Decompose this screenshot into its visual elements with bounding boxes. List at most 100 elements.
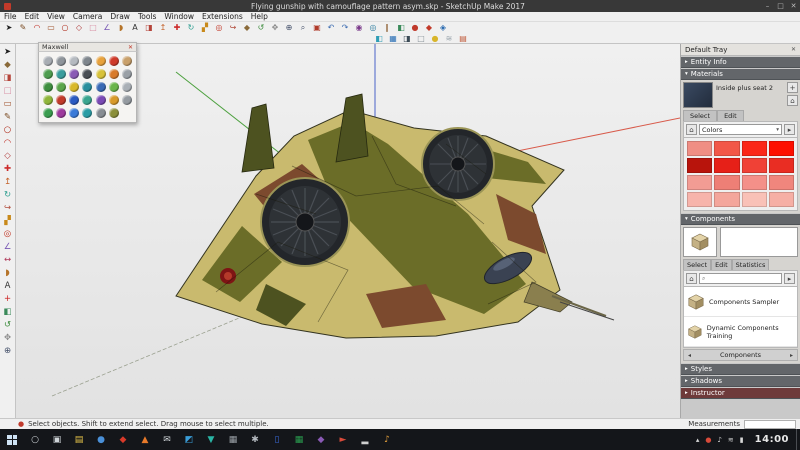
pan-tool-icon[interactable]: ✥: [1, 332, 14, 345]
get-models-icon[interactable]: ◆: [422, 22, 436, 33]
search-icon[interactable]: ○: [24, 429, 46, 450]
components-header[interactable]: ▾ Components: [681, 214, 800, 225]
move-tool-icon[interactable]: ✚: [1, 163, 14, 176]
menu-item[interactable]: View: [43, 12, 69, 21]
color-swatch[interactable]: [742, 192, 767, 207]
section-plane-icon[interactable]: ◧: [394, 22, 408, 33]
circle-tool-icon[interactable]: ○: [58, 22, 72, 33]
axes-tool-icon[interactable]: +: [1, 293, 14, 306]
walk-tool-icon[interactable]: ∥: [380, 22, 394, 33]
orbit-tool-icon[interactable]: ↺: [1, 319, 14, 332]
palette-close-icon[interactable]: ✕: [128, 44, 133, 51]
entity-info-header[interactable]: ▸ Entity Info: [681, 57, 800, 68]
textured-style-icon[interactable]: ▦: [386, 33, 400, 44]
blue-sphere-icon[interactable]: [96, 82, 106, 92]
fog-toggle-icon[interactable]: ≋: [442, 33, 456, 44]
color-swatch[interactable]: [714, 192, 739, 207]
taskbar-clock[interactable]: 14:00: [748, 434, 796, 445]
olive-sphere-icon[interactable]: [109, 108, 119, 118]
terminal-icon[interactable]: ▂: [354, 429, 376, 450]
store-icon[interactable]: ▼: [200, 429, 222, 450]
dark-sphere-icon[interactable]: [82, 69, 92, 79]
zoom-tool-icon[interactable]: ⊕: [1, 345, 14, 358]
tray-section-header[interactable]: ▸ Instructor: [681, 388, 800, 399]
arrow-icon[interactable]: [69, 82, 79, 92]
materials-header[interactable]: ▾ Materials: [681, 69, 800, 80]
photos-icon[interactable]: ◩: [178, 429, 200, 450]
back-arrow-icon[interactable]: ◂: [688, 352, 691, 359]
color-swatch[interactable]: [769, 158, 794, 173]
flame-icon[interactable]: [109, 56, 119, 66]
orbit-tool-icon[interactable]: ↺: [254, 22, 268, 33]
teal-sphere-icon[interactable]: [56, 69, 66, 79]
color-swatch[interactable]: [687, 192, 712, 207]
protractor-icon[interactable]: ◗: [114, 22, 128, 33]
show-desktop-button[interactable]: [796, 429, 800, 450]
music-icon[interactable]: ♪: [376, 429, 398, 450]
monochrome-style-icon[interactable]: ◨: [400, 33, 414, 44]
in-model-components-button[interactable]: ⌂: [686, 273, 697, 284]
materials-tab[interactable]: Select: [683, 110, 717, 121]
measurements-input[interactable]: [744, 420, 796, 429]
materials-tab[interactable]: Edit: [717, 110, 744, 121]
start-button[interactable]: [0, 429, 24, 450]
components-tab[interactable]: Select: [683, 259, 711, 270]
calculator-icon[interactable]: ▦: [222, 429, 244, 450]
gray-sphere-icon[interactable]: [122, 95, 132, 105]
sun-icon[interactable]: [96, 56, 106, 66]
rectangle-tool-icon[interactable]: ▭: [1, 98, 14, 111]
maximize-button[interactable]: □: [774, 2, 787, 10]
details-arrow-button[interactable]: ▸: [784, 273, 795, 284]
teal-sphere-icon[interactable]: [82, 95, 92, 105]
circle-tool-icon[interactable]: ○: [1, 124, 14, 137]
eraser-tool-icon[interactable]: □: [1, 85, 14, 98]
menu-item[interactable]: Camera: [69, 12, 106, 21]
rectangle-tool-icon[interactable]: ▭: [44, 22, 58, 33]
component-item[interactable]: Components Sampler: [684, 287, 797, 317]
material-thumbnail[interactable]: [683, 82, 713, 108]
move-tool-icon[interactable]: ✚: [170, 22, 184, 33]
gray-sphere-icon[interactable]: [122, 82, 132, 92]
shaded-style-icon[interactable]: ◧: [372, 33, 386, 44]
menu-item[interactable]: Tools: [134, 12, 160, 21]
gray-sphere-icon[interactable]: [43, 56, 53, 66]
follow-me-icon[interactable]: ↪: [226, 22, 240, 33]
tape-measure-icon[interactable]: ∠: [1, 241, 14, 254]
rotate-tool-icon[interactable]: ↻: [1, 189, 14, 202]
create-material-button[interactable]: +: [787, 82, 798, 93]
network-icon[interactable]: ≋: [728, 436, 734, 444]
close-button[interactable]: ✕: [787, 2, 800, 10]
select-tool-icon[interactable]: ➤: [1, 46, 14, 59]
polygon-tool-icon[interactable]: ◇: [72, 22, 86, 33]
gray-sphere-icon[interactable]: [69, 56, 79, 66]
tape-measure-icon[interactable]: ∠: [100, 22, 114, 33]
polygon-tool-icon[interactable]: ◇: [1, 150, 14, 163]
components-search-input[interactable]: [705, 274, 779, 283]
magenta-sphere-icon[interactable]: [56, 108, 66, 118]
color-swatch[interactable]: [769, 141, 794, 156]
protractor-icon[interactable]: ◗: [1, 267, 14, 280]
components-tab[interactable]: Edit: [711, 259, 732, 270]
zoom-tool-icon[interactable]: ⊕: [282, 22, 296, 33]
color-swatch[interactable]: [769, 175, 794, 190]
file-explorer-icon[interactable]: ▤: [68, 429, 90, 450]
lime-sphere-icon[interactable]: [43, 95, 53, 105]
model-info-icon[interactable]: ◈: [436, 22, 450, 33]
paint-bucket-icon[interactable]: ◨: [142, 22, 156, 33]
image-editor-icon[interactable]: ◆: [310, 429, 332, 450]
line-tool-icon[interactable]: ✎: [1, 111, 14, 124]
push-pull-icon[interactable]: ↥: [1, 176, 14, 189]
green-sphere-icon[interactable]: [43, 69, 53, 79]
leaf-icon[interactable]: [109, 82, 119, 92]
zoom-window-icon[interactable]: ⌕: [296, 22, 310, 33]
teal-sphere-icon[interactable]: [82, 82, 92, 92]
browser-icon[interactable]: ●: [90, 429, 112, 450]
forward-arrow-icon[interactable]: ▸: [790, 352, 793, 359]
make-component-icon[interactable]: ◆: [240, 22, 254, 33]
in-model-button[interactable]: ⌂: [787, 95, 798, 106]
next-view-icon[interactable]: ↷: [338, 22, 352, 33]
spreadsheet-icon[interactable]: ▦: [288, 429, 310, 450]
offset-tool-icon[interactable]: ◎: [1, 228, 14, 241]
color-swatch[interactable]: [714, 175, 739, 190]
model-gunship[interactable]: [176, 94, 614, 338]
